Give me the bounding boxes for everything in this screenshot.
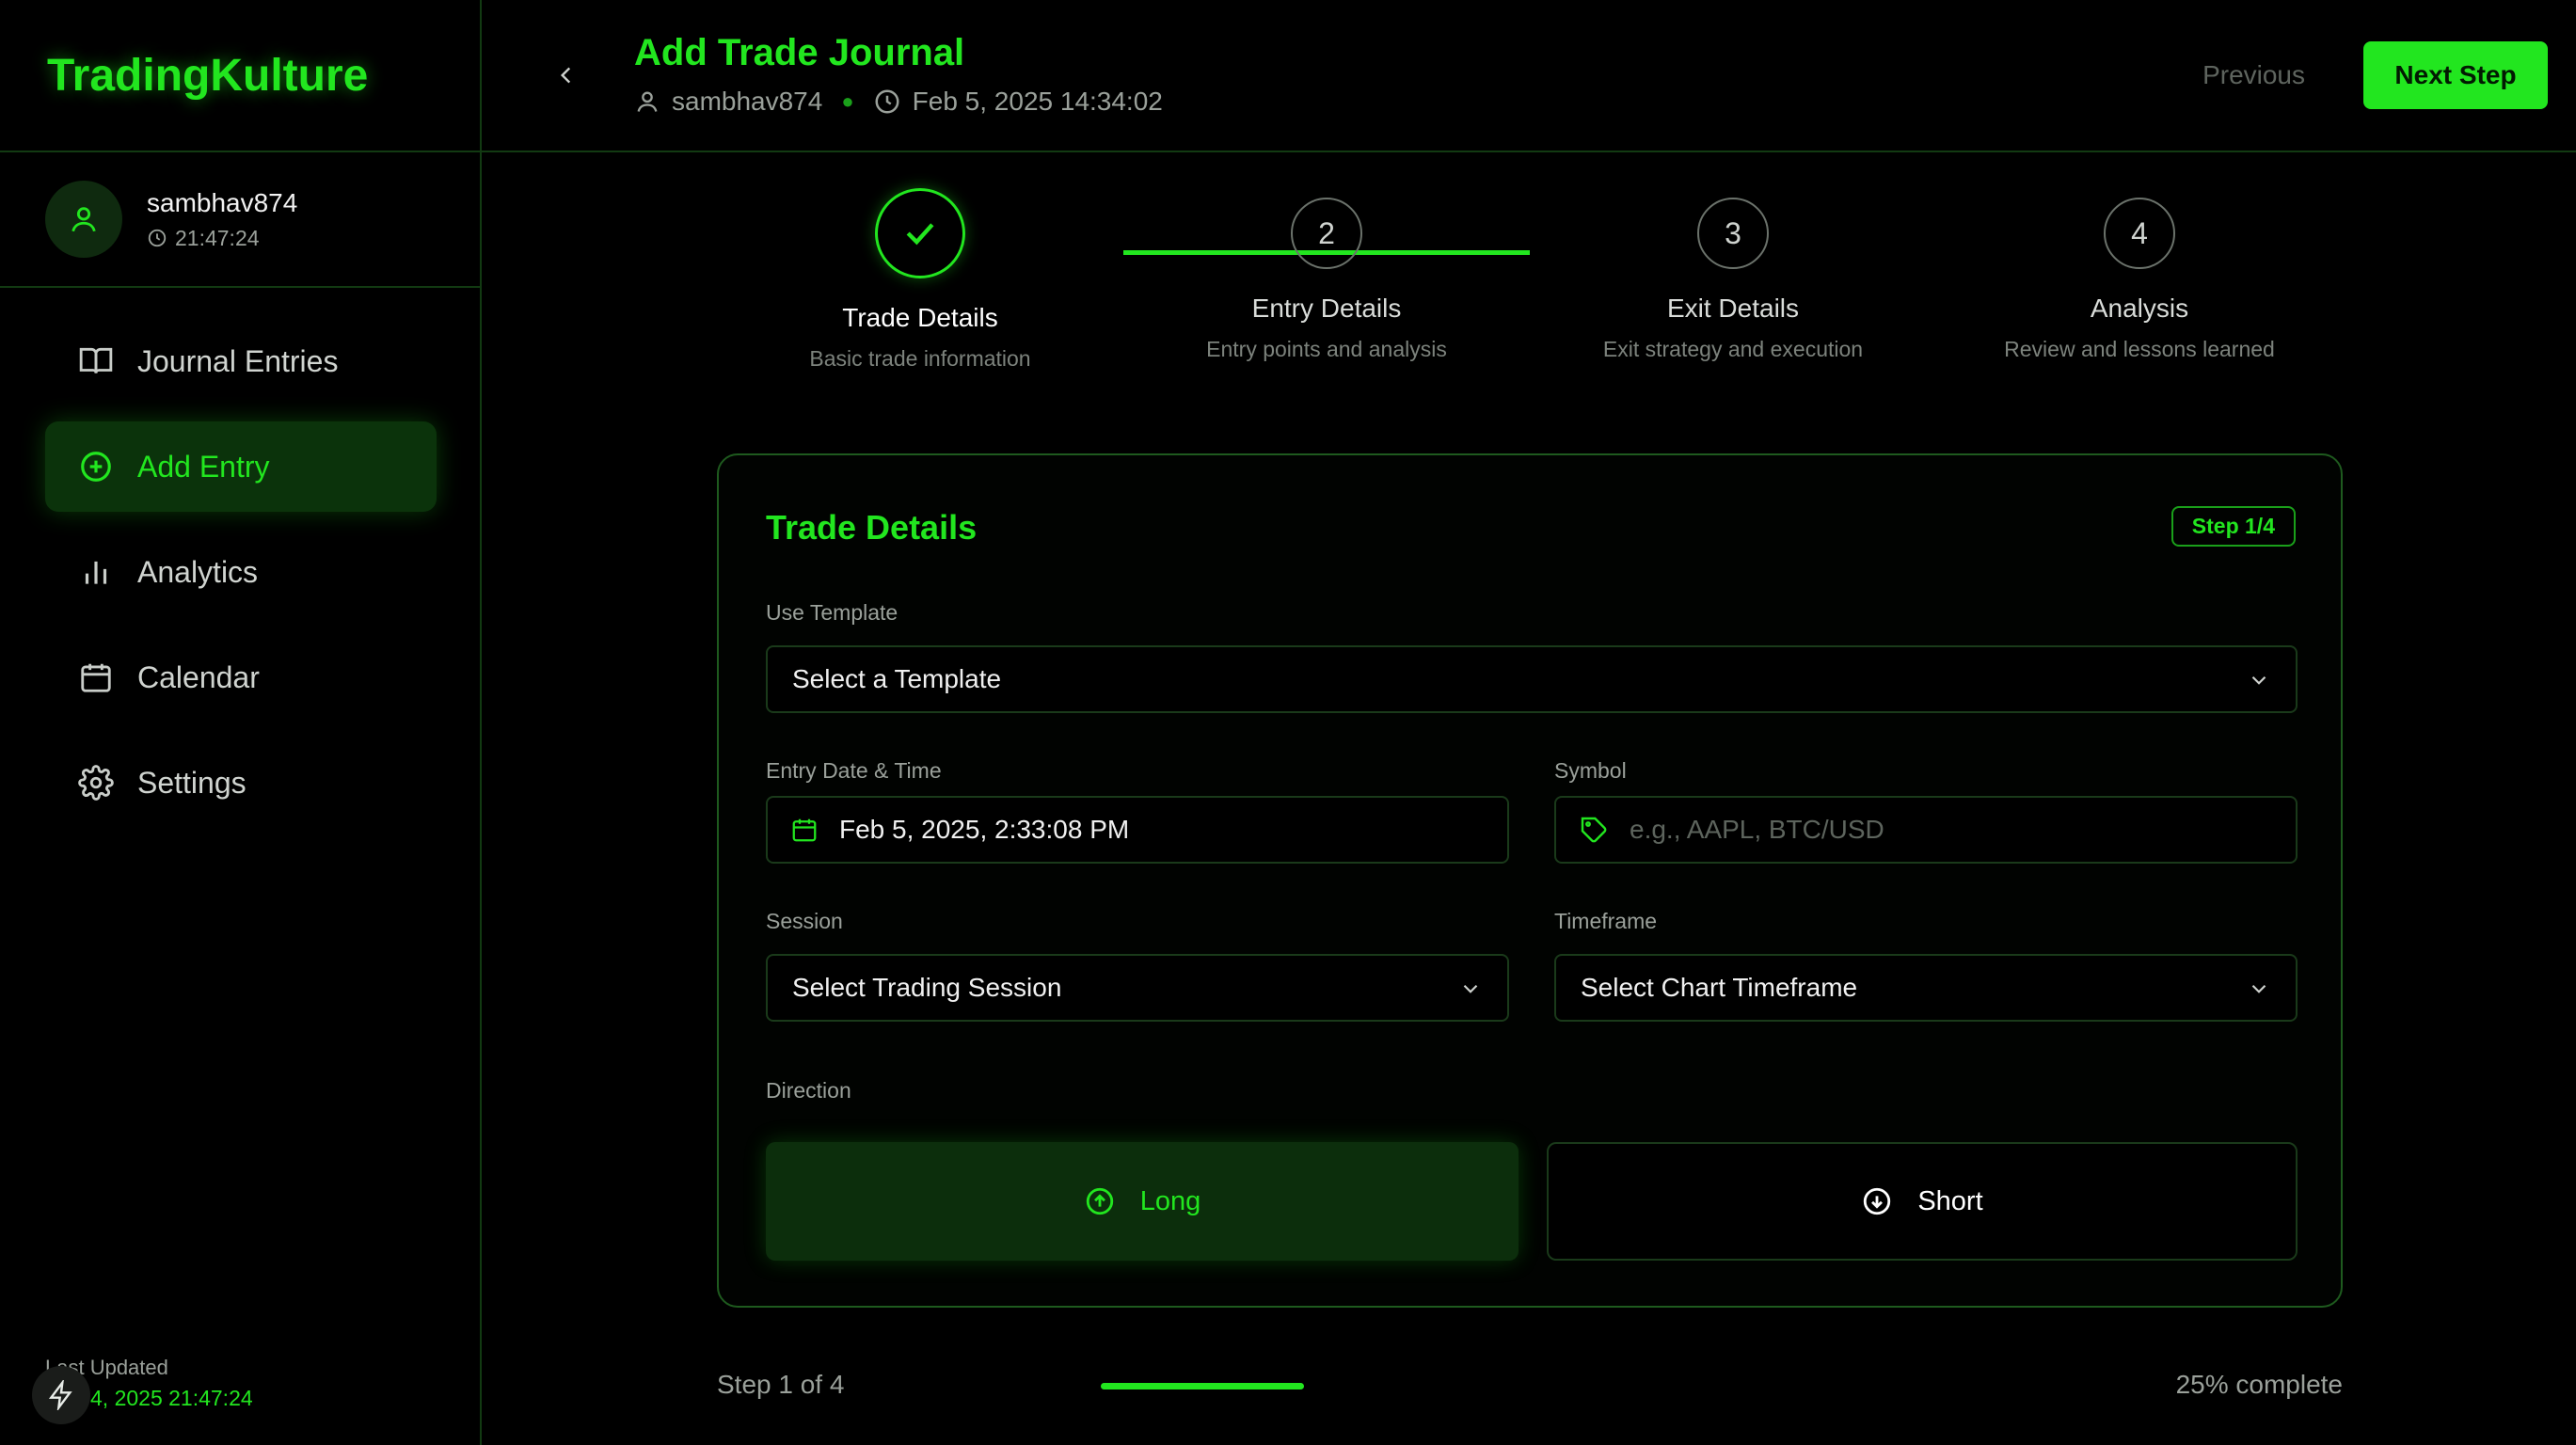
user-name: sambhav874: [147, 187, 298, 217]
progress-percent-text: 25% complete: [2175, 1370, 2343, 1399]
chevron-down-icon: [2251, 984, 2266, 993]
page-title: Add Trade Journal: [634, 32, 965, 73]
topbar: Add Trade Journal sambhav874 ● Feb 5, 20…: [482, 0, 2576, 152]
user-profile: sambhav874 21:47:24: [0, 152, 480, 288]
meta-datetime: Feb 5, 2025 14:34:02: [912, 87, 1163, 116]
chevron-down-icon: [1463, 984, 1478, 993]
direction-short-label: Short: [1917, 1185, 1983, 1216]
session-select[interactable]: Select Trading Session: [766, 954, 1509, 1022]
trade-details-card: Trade Details Step 1/4 Use Template Sele…: [717, 453, 2343, 1308]
progress-step-text: Step 1 of 4: [717, 1370, 845, 1399]
timeframe-label: Timeframe: [1554, 909, 1658, 933]
tag-icon: [1579, 815, 1609, 845]
arrow-down-circle-icon: [1864, 1187, 1891, 1215]
sidebar-item-label: Analytics: [137, 554, 259, 589]
direction-long-label: Long: [1139, 1185, 1201, 1216]
symbol-placeholder: e.g., AAPL, BTC/USD: [1630, 815, 1884, 844]
meta-user: sambhav874: [672, 87, 823, 116]
step-exit-details[interactable]: 3 Exit Details Exit strategy and executi…: [1530, 198, 1936, 362]
step-circle-done: [875, 188, 965, 278]
arrow-up-circle-icon: [1086, 1187, 1113, 1215]
stepper: Trade Details Basic trade information 2 …: [717, 188, 2343, 405]
step-subtitle: Exit strategy and execution: [1602, 337, 1864, 361]
progress-bar: [1101, 1383, 1304, 1389]
step-label: Trade Details: [842, 303, 998, 332]
step-label: Exit Details: [1666, 294, 1800, 323]
back-button[interactable]: [548, 56, 585, 94]
check-icon: [906, 223, 934, 246]
clock-icon: [148, 229, 167, 247]
direction-short-button[interactable]: Short: [1547, 1142, 2298, 1261]
gear-icon: [77, 764, 115, 802]
timeframe-select[interactable]: Select Chart Timeframe: [1554, 954, 2298, 1022]
card-title: Trade Details: [766, 508, 978, 547]
sidebar-item-analytics[interactable]: Analytics: [45, 527, 437, 617]
step-analysis[interactable]: 4 Analysis Review and lessons learned: [1936, 198, 2343, 362]
chevron-left-icon: [560, 67, 571, 84]
symbol-input[interactable]: e.g., AAPL, BTC/USD: [1554, 796, 2298, 864]
session-label: Session: [766, 909, 843, 933]
sidebar-item-settings[interactable]: Settings: [45, 738, 437, 828]
meta-separator: ●: [841, 89, 854, 113]
step-label: Analysis: [2090, 294, 2189, 323]
user-icon: [72, 207, 96, 232]
entry-datetime-input[interactable]: Feb 5, 2025, 2:33:08 PM: [766, 796, 1509, 864]
step-trade-details[interactable]: Trade Details Basic trade information: [717, 188, 1123, 372]
sidebar-item-journal-entries[interactable]: Journal Entries: [45, 316, 437, 406]
step-subtitle: Entry points and analysis: [1206, 337, 1447, 361]
step-number: 3: [1697, 198, 1769, 269]
plus-circle-icon: [77, 448, 115, 485]
next-step-button[interactable]: Next Step: [2363, 41, 2548, 109]
bar-chart-icon: [77, 553, 115, 591]
step-subtitle: Review and lessons learned: [2004, 337, 2275, 361]
page-meta: sambhav874 ● Feb 5, 2025 14:34:02: [634, 87, 1163, 117]
calendar-icon: [77, 659, 115, 696]
progress-row: Step 1 of 4 25% complete: [717, 1370, 2343, 1407]
sidebar-item-label: Calendar: [137, 659, 260, 694]
timeframe-select-value: Select Chart Timeframe: [1581, 973, 1858, 1002]
user-clock: 21:47:24: [147, 226, 297, 251]
sidebar: TradingKulture sambhav874 21:47:24 Journ…: [0, 0, 482, 1445]
avatar[interactable]: [45, 181, 122, 258]
brand-logo-text[interactable]: TradingKulture: [47, 50, 368, 102]
sidebar-item-add-entry[interactable]: Add Entry: [45, 421, 437, 512]
sidebar-item-label: Settings: [137, 765, 246, 800]
entry-datetime-value: Feb 5, 2025, 2:33:08 PM: [839, 815, 1130, 844]
step-number: 4: [2104, 198, 2175, 269]
symbol-label: Symbol: [1554, 758, 1627, 783]
previous-button[interactable]: Previous: [2202, 60, 2305, 90]
step-number: 2: [1291, 198, 1362, 269]
session-select-value: Select Trading Session: [792, 973, 1062, 1002]
clock-icon: [875, 89, 899, 114]
sidebar-item-label: Journal Entries: [137, 343, 339, 378]
direction-long-button[interactable]: Long: [766, 1142, 1519, 1261]
user-clock-text: 21:47:24: [175, 225, 260, 250]
sidebar-item-calendar[interactable]: Calendar: [45, 632, 437, 722]
progress-bar-fill: [1101, 1383, 1304, 1389]
user-icon: [637, 91, 658, 112]
chevron-down-icon: [2251, 675, 2266, 685]
template-label: Use Template: [766, 600, 898, 625]
step-badge: Step 1/4: [2171, 506, 2296, 547]
bolt-icon: [48, 1380, 72, 1410]
template-select[interactable]: Select a Template: [766, 645, 2298, 713]
step-label: Entry Details: [1251, 294, 1402, 323]
brand-header: TradingKulture: [0, 0, 480, 152]
book-open-icon: [77, 342, 115, 380]
template-select-value: Select a Template: [792, 664, 1002, 693]
calendar-icon: [790, 816, 819, 844]
sidebar-item-label: Add Entry: [137, 449, 270, 484]
entry-datetime-label: Entry Date & Time: [766, 758, 942, 783]
direction-label: Direction: [766, 1078, 851, 1103]
bolt-button[interactable]: [32, 1366, 90, 1424]
sidebar-nav: Journal Entries Add Entry Analytics Cale…: [0, 288, 480, 828]
step-entry-details[interactable]: 2 Entry Details Entry points and analysi…: [1123, 198, 1530, 362]
step-subtitle: Basic trade information: [809, 346, 1031, 371]
last-updated: Last Updated 4, 2025 21:47:24: [32, 1356, 253, 1424]
